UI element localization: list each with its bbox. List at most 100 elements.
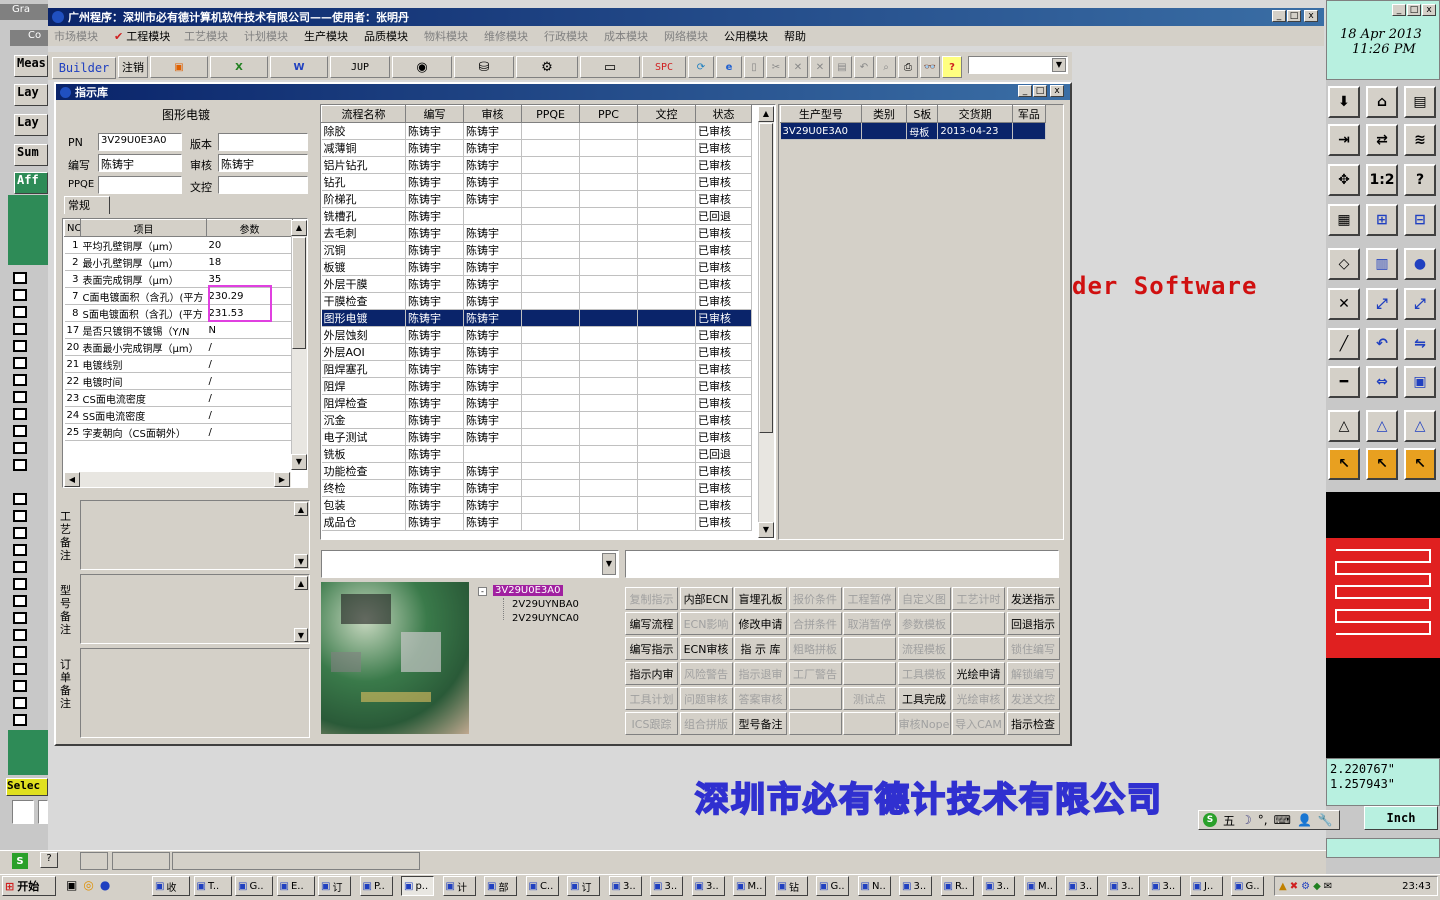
tray-icon-3[interactable]: ⚙ [1301,881,1310,892]
action-button[interactable]: 修改申请 [734,612,787,635]
params-row[interactable]: 17 是否只镀铜不镀锡（Y/N N [64,321,293,339]
params-row[interactable]: 2 最小孔壁铜厚（μm） 18 [64,253,293,271]
user-icon[interactable]: 👤 [1297,813,1312,827]
cam-layer-checkbox[interactable] [13,680,27,692]
action-button[interactable]: 粗略拼板 [788,637,842,660]
process-row[interactable]: 板镀 陈铸宇 陈铸宇 已审核 [321,258,752,276]
cam-layer-checkbox[interactable] [13,459,27,471]
order-filter-field[interactable] [625,550,1059,578]
action-button[interactable]: 自定义图 [897,587,951,610]
process-row[interactable]: 铣板 陈铸宇 已回退 [321,445,752,463]
action-button[interactable]: 指示退审 [734,662,787,685]
params-row[interactable]: 22 电镀时间 / [64,372,293,390]
eye-icon[interactable]: ◉ [392,56,452,78]
status-app-icon[interactable]: S [12,853,28,869]
action-button[interactable]: 工具模板 [897,662,951,685]
order-header-1[interactable]: 类别 [860,105,908,123]
params-row[interactable]: 1 平均孔壁铜厚（μm） 20 [64,236,293,254]
shapes-icon[interactable]: ▣ [1404,366,1436,398]
action-button[interactable]: 参数模板 [897,612,951,635]
save-icon[interactable]: ▤ [832,56,852,78]
param-value[interactable]: N [206,321,293,339]
process-row[interactable]: 除胶 陈铸宇 陈铸宇 已审核 [321,122,752,140]
measure-icon[interactable]: ⇔ [1366,366,1398,398]
taskbar-item[interactable]: ▣ 3.. [1106,876,1140,896]
action-button[interactable] [843,662,896,685]
tray-clock[interactable]: 23:43 [1402,881,1431,892]
punct-icon[interactable]: °, [1258,813,1268,827]
cam-layer-checkbox[interactable] [13,663,27,675]
order-header-2[interactable]: S板 [906,105,939,123]
action-button[interactable]: 编写流程 [625,612,678,635]
process-row[interactable]: 去毛刺 陈铸宇 陈铸宇 已审核 [321,224,752,242]
cam-layer-checkbox[interactable] [13,527,27,539]
action-button[interactable]: ICS跟踪 [625,712,678,735]
refresh-icon[interactable]: ⟳ [688,56,714,78]
menu-item-6[interactable]: 物料模块 [424,28,468,44]
network-icon[interactable]: ⚙ [516,56,578,78]
params-row[interactable]: 20 表面最小完成铜厚（μm） / [64,338,293,356]
swap-icon[interactable]: ≋ [1404,124,1436,156]
params-header-1[interactable]: 项目 [80,219,207,237]
version-field[interactable] [218,133,308,151]
minimize-button[interactable]: _ [1272,10,1286,22]
cam-layer-checkbox[interactable] [13,391,27,403]
process-row[interactable]: 减薄铜 陈铸宇 陈铸宇 已审核 [321,139,752,157]
action-button[interactable] [952,612,1005,635]
menu-item-4[interactable]: 生产模块 [304,28,348,44]
cam-layer-checkbox[interactable] [13,425,27,437]
action-button[interactable] [788,687,842,710]
excel-icon[interactable]: X [210,56,268,78]
cam-left-button-2[interactable]: Lay [14,114,48,136]
process-row[interactable]: 外层干膜 陈铸宇 陈铸宇 已审核 [321,275,752,293]
preview-icon[interactable]: ⌕ [876,56,896,78]
dialog-minimize-button[interactable]: _ [1018,85,1032,97]
order-header-0[interactable]: 生产型号 [780,105,862,123]
note-field-0[interactable] [80,500,310,570]
menu-item-7[interactable]: 维修模块 [484,28,528,44]
process-header-3[interactable]: PPQE [521,105,580,123]
process-filter-combo[interactable] [321,550,619,578]
action-button[interactable] [788,712,842,735]
taskbar-item[interactable]: ▣ J.. [1189,876,1223,896]
process-row[interactable]: 阻焊检查 陈铸宇 陈铸宇 已审核 [321,394,752,412]
params-scroll-thumb[interactable] [292,237,306,349]
cam-layer-checkbox[interactable] [13,646,27,658]
process-row[interactable]: 外层蚀刻 陈铸宇 陈铸宇 已审核 [321,326,752,344]
tool-icon[interactable]: 🔧 [1318,813,1333,827]
param-value[interactable]: / [206,406,293,424]
action-button[interactable]: 答案审核 [734,687,787,710]
action-button[interactable]: 编写指示 [625,637,678,660]
ie-quick-icon[interactable]: ● [100,878,110,894]
process-row[interactable]: 电子测试 陈铸宇 陈铸宇 已审核 [321,428,752,446]
keyboard-icon[interactable]: ⌨ [1274,813,1291,827]
help-icon[interactable]: ? [40,852,58,868]
process-header-2[interactable]: 审核 [463,105,522,123]
taskbar-item[interactable]: ▣ E.. [276,876,315,896]
ruler-icon[interactable]: ▥ [1366,248,1398,280]
process-header-1[interactable]: 编写 [405,105,464,123]
menu-item-12[interactable]: 帮助 [784,28,806,44]
process-row[interactable]: 钻孔 陈铸宇 陈铸宇 已审核 [321,173,752,191]
param-value[interactable]: / [206,423,293,441]
process-scroll-thumb[interactable] [759,123,773,433]
taskbar-item[interactable]: ▣ 3.. [982,876,1015,896]
taskbar-item[interactable]: ▣ 3.. [1065,876,1098,896]
computer-icon[interactable]: ▭ [580,56,640,78]
taskbar-item[interactable]: ▣ 3.. [650,876,683,896]
cam-layer-checkbox[interactable] [13,340,27,352]
cam-left-button-1[interactable]: Lay [14,84,48,106]
minus-icon[interactable]: ━ [1328,366,1360,398]
action-button[interactable]: 指示内审 [625,662,678,685]
action-button[interactable]: 工具计划 [625,687,678,710]
print-icon[interactable]: ⎙ [898,56,918,78]
action-button[interactable]: 解锁编写 [1006,662,1060,685]
cursor-icon[interactable]: ↖ [1328,448,1360,480]
action-button[interactable]: 光绘审核 [952,687,1005,710]
action-button[interactable]: 盲埋孔板 [734,587,787,610]
taskbar-item[interactable]: ▣ 3.. [691,876,725,896]
taskbar-item[interactable]: ▣ P.. [359,876,393,896]
reviewer-field[interactable]: 陈铸宇 [218,154,308,172]
database-icon[interactable]: ⛁ [454,56,514,78]
connect-alt-icon[interactable]: ⤢ [1404,288,1436,320]
